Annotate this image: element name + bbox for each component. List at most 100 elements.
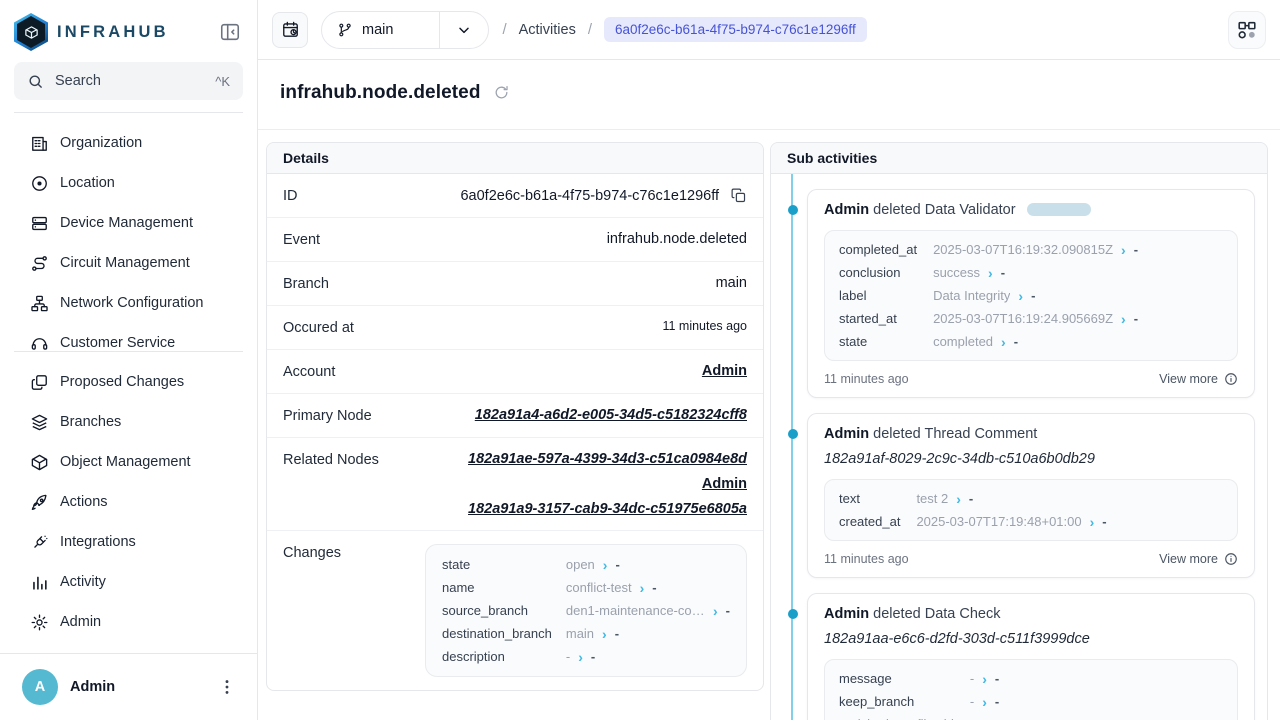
sidebar-item-admin[interactable]: Admin bbox=[14, 602, 243, 642]
change-old-value: - bbox=[970, 671, 974, 686]
changes-box: state open- name conflict-test- source_b… bbox=[425, 544, 747, 677]
sidebar-menu-group-objects: Organization Location Device Management bbox=[0, 113, 257, 351]
change-key: completed_at bbox=[839, 242, 917, 257]
change-arrow-icon bbox=[982, 672, 987, 686]
sub-activity-title: Admin deleted Data Validator bbox=[824, 202, 1238, 218]
change-arrow-icon bbox=[1001, 335, 1006, 349]
detail-label: Event bbox=[283, 231, 320, 248]
detail-row-changes: Changes state open- name conflict-test- … bbox=[267, 531, 763, 690]
action-text: deleted Thread Comment bbox=[873, 426, 1037, 442]
sidebar-item-label: Admin bbox=[60, 614, 101, 630]
sidebar-item-label: Device Management bbox=[60, 215, 193, 231]
topbar: main / Activities / 6a0f2e6c-b61a-4f75-b… bbox=[258, 0, 1280, 60]
change-old-value: conflict-test bbox=[566, 580, 632, 595]
user-menu-kebab-icon[interactable] bbox=[217, 676, 239, 698]
details-card: Details ID 6a0f2e6c-b61a-4f75-b974-c76c1… bbox=[266, 142, 764, 691]
change-new-value: - bbox=[1001, 265, 1005, 280]
detail-row-branch: Branch main bbox=[267, 262, 763, 306]
view-more-label: View more bbox=[1159, 552, 1218, 566]
rocket-icon bbox=[30, 493, 49, 512]
change-new-value: - bbox=[995, 671, 999, 686]
change-old-value: completed bbox=[933, 334, 993, 349]
activity-timestamp: 11 minutes ago bbox=[824, 552, 909, 566]
breadcrumb: / Activities / 6a0f2e6c-b61a-4f75-b974-c… bbox=[502, 17, 866, 42]
change-new-value: - bbox=[969, 491, 973, 506]
view-more-button[interactable]: View more bbox=[1159, 372, 1238, 386]
detail-label: ID bbox=[283, 187, 298, 204]
time-travel-button[interactable] bbox=[272, 12, 308, 48]
sub-activities-panel: Sub activities Admin deleted Data Valida… bbox=[770, 142, 1268, 720]
detail-row-occured-at: Occured at 11 minutes ago bbox=[267, 306, 763, 350]
related-node-link[interactable]: 182a91a9-3157-cab9-34dc-c51975e6805a bbox=[468, 501, 747, 517]
sidebar-item-label: Actions bbox=[60, 494, 108, 510]
change-key: state bbox=[442, 557, 552, 572]
infrahub-logo-icon bbox=[14, 13, 48, 51]
sidebar-item-location[interactable]: Location bbox=[14, 163, 243, 203]
sub-activity-title: Admin deleted Data Check bbox=[824, 606, 1238, 622]
search-icon bbox=[27, 73, 44, 90]
change-old-value: Data Integrity bbox=[933, 288, 1010, 303]
sidebar-item-object-management[interactable]: Object Management bbox=[14, 442, 243, 482]
layers-icon bbox=[30, 413, 49, 432]
search-placeholder: Search bbox=[55, 73, 204, 89]
sub-activities-header: Sub activities bbox=[771, 143, 1267, 174]
account-link[interactable]: Admin bbox=[702, 363, 747, 379]
search-shortcut: ^K bbox=[215, 74, 230, 89]
related-node-link[interactable]: Admin bbox=[702, 476, 747, 492]
sidebar: INFRAHUB Search ^K bbox=[0, 0, 258, 720]
change-new-value: - bbox=[615, 626, 619, 641]
sidebar-item-activity[interactable]: Activity bbox=[14, 562, 243, 602]
branch-selector[interactable]: main bbox=[321, 11, 489, 49]
sidebar-item-organization[interactable]: Organization bbox=[14, 123, 243, 163]
brand-name: INFRAHUB bbox=[57, 23, 169, 42]
sidebar-menu-group-app: Proposed Changes Branches Object Managem… bbox=[0, 352, 257, 642]
timeline-dot bbox=[788, 205, 798, 215]
sidebar-item-actions[interactable]: Actions bbox=[14, 482, 243, 522]
info-icon bbox=[1224, 552, 1238, 566]
sub-activities-timeline: Admin deleted Data Validator completed_a… bbox=[771, 174, 1267, 720]
sidebar-item-device-management[interactable]: Device Management bbox=[14, 203, 243, 243]
refresh-icon[interactable] bbox=[491, 82, 510, 101]
view-more-button[interactable]: View more bbox=[1159, 552, 1238, 566]
change-old-value: - bbox=[566, 649, 570, 664]
breadcrumb-separator: / bbox=[502, 21, 506, 38]
change-key: created_at bbox=[839, 514, 900, 529]
circle-dot-icon bbox=[30, 174, 49, 193]
detail-label: Primary Node bbox=[283, 407, 372, 424]
detail-row-event: Event infrahub.node.deleted bbox=[267, 218, 763, 262]
infrahub-logo[interactable]: INFRAHUB bbox=[14, 13, 169, 51]
primary-node-link[interactable]: 182a91a4-a6d2-e005-34d5-c5182324cff8 bbox=[475, 407, 747, 423]
change-arrow-icon bbox=[713, 604, 718, 618]
sidebar-item-customer-service[interactable]: Customer Service bbox=[14, 323, 243, 351]
sidebar-item-proposed-changes[interactable]: Proposed Changes bbox=[14, 362, 243, 402]
sidebar-item-label: Network Configuration bbox=[60, 295, 203, 311]
topbar-right bbox=[1228, 11, 1266, 49]
detail-branch-value: main bbox=[716, 275, 747, 291]
sidebar-item-branches[interactable]: Branches bbox=[14, 402, 243, 442]
change-arrow-icon bbox=[603, 558, 608, 572]
change-key: started_at bbox=[839, 311, 917, 326]
sidebar-spacer bbox=[0, 642, 257, 653]
change-new-value: - bbox=[615, 557, 619, 572]
breadcrumb-activity-id-chip[interactable]: 6a0f2e6c-b61a-4f75-b974-c76c1e1296ff bbox=[604, 17, 867, 42]
sub-activity-node-id: 182a91af-8029-2c9c-34db-c510a6b0db29 bbox=[824, 451, 1238, 467]
detail-label: Changes bbox=[283, 544, 341, 561]
sidebar-item-integrations[interactable]: Integrations bbox=[14, 522, 243, 562]
change-old-value: main bbox=[566, 626, 594, 641]
sidebar-collapse-icon[interactable] bbox=[219, 20, 243, 44]
search-input[interactable]: Search ^K bbox=[14, 62, 243, 100]
change-old-value: 2025-03-07T17:19:48+01:00 bbox=[916, 514, 1081, 529]
avatar: A bbox=[22, 669, 58, 705]
change-key: destination_branch bbox=[442, 626, 552, 641]
sidebar-item-network-configuration[interactable]: Network Configuration bbox=[14, 283, 243, 323]
sub-activity-node-id: 182a91aa-e6c6-d2fd-303d-c511f3999dce bbox=[824, 631, 1238, 647]
related-node-link[interactable]: 182a91ae-597a-4399-34d3-c51ca0984e8d bbox=[468, 451, 747, 467]
schema-app-grid-icon[interactable] bbox=[1228, 11, 1266, 49]
sidebar-item-circuit-management[interactable]: Circuit Management bbox=[14, 243, 243, 283]
diff-icon bbox=[30, 373, 49, 392]
page-header: infrahub.node.deleted bbox=[258, 60, 1280, 130]
breadcrumb-activities-link[interactable]: Activities bbox=[519, 22, 576, 38]
box-icon bbox=[30, 453, 49, 472]
copy-icon[interactable] bbox=[730, 187, 747, 204]
branch-name: main bbox=[362, 22, 393, 38]
